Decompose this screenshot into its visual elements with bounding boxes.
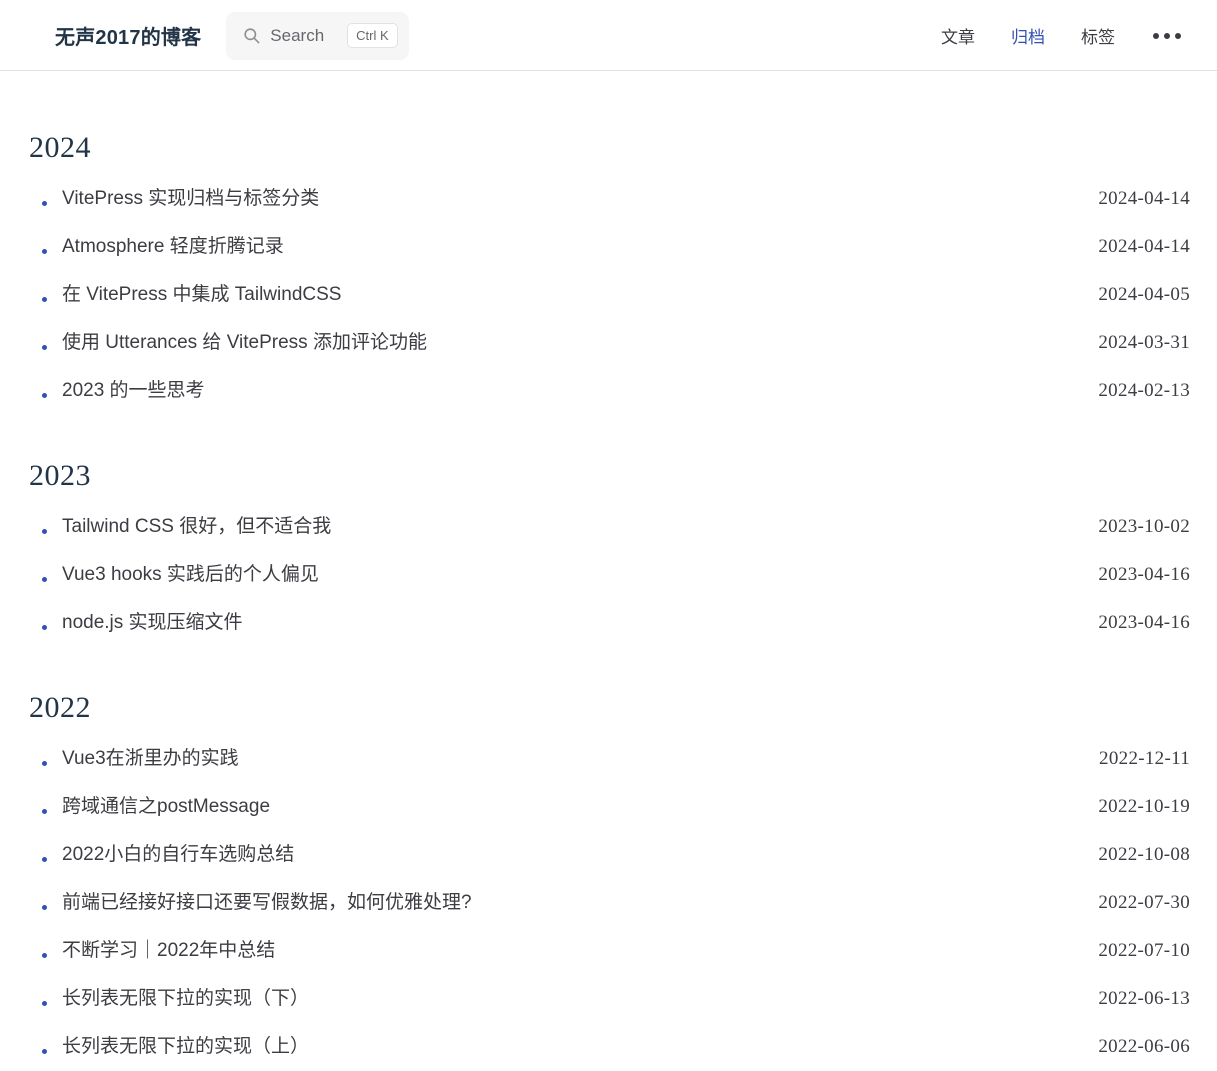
post-title[interactable]: 2023 的一些思考 (62, 377, 205, 406)
post-title[interactable]: 2022小白的自行车选购总结 (62, 841, 294, 870)
post-date: 2023-04-16 (1098, 612, 1190, 633)
post-item[interactable]: 在 VitePress 中集成 TailwindCSS 2024-04-05 (29, 281, 1190, 329)
post-date: 2024-04-14 (1098, 188, 1190, 209)
post-date: 2023-04-16 (1098, 564, 1190, 585)
year-heading: 2023 (29, 459, 91, 492)
post-title[interactable]: 在 VitePress 中集成 TailwindCSS (62, 281, 341, 310)
search-icon (242, 26, 261, 45)
year-group-2024: 2024 VitePress 实现归档与标签分类 2024-04-14 Atmo… (29, 133, 1190, 425)
archive-content: 2024 VitePress 实现归档与标签分类 2024-04-14 Atmo… (0, 71, 1217, 1071)
post-title[interactable]: 长列表无限下拉的实现（下） (62, 985, 309, 1014)
post-date: 2024-04-05 (1098, 284, 1190, 305)
post-item[interactable]: Vue3 hooks 实践后的个人偏见 2023-04-16 (29, 561, 1190, 609)
post-item[interactable]: 跨域通信之postMessage 2022-10-19 (29, 793, 1190, 841)
post-item[interactable]: 使用 Utterances 给 VitePress 添加评论功能 2024-03… (29, 329, 1190, 377)
post-title[interactable]: 跨域通信之postMessage (62, 793, 270, 822)
post-date: 2022-12-11 (1099, 748, 1190, 769)
post-date: 2022-10-08 (1098, 844, 1190, 865)
year-group-2023: 2023 Tailwind CSS 很好，但不适合我 2023-10-02 Vu… (29, 461, 1190, 657)
post-list: VitePress 实现归档与标签分类 2024-04-14 Atmospher… (29, 185, 1190, 425)
post-date: 2023-10-02 (1098, 516, 1190, 537)
post-date: 2022-06-06 (1098, 1036, 1190, 1057)
nav-item-articles[interactable]: 文章 (923, 23, 993, 48)
year-group-2022: 2022 Vue3在浙里办的实践 2022-12-11 跨域通信之postMes… (29, 693, 1190, 1071)
search-shortcut-kbd: Ctrl K (347, 22, 398, 49)
year-heading: 2022 (29, 691, 91, 724)
post-item[interactable]: Atmosphere 轻度折腾记录 2024-04-14 (29, 233, 1190, 281)
post-title[interactable]: node.js 实现压缩文件 (62, 609, 243, 638)
post-item[interactable]: 不断学习｜2022年中总结 2022-07-10 (29, 937, 1190, 985)
post-item[interactable]: 前端已经接好接口还要写假数据，如何优雅处理? 2022-07-30 (29, 889, 1190, 937)
post-title[interactable]: Tailwind CSS 很好，但不适合我 (62, 513, 331, 542)
site-header: 无声2017的博客 Search Ctrl K 文章 归档 标签 (0, 0, 1217, 71)
post-title[interactable]: Vue3 hooks 实践后的个人偏见 (62, 561, 319, 590)
search-button[interactable]: Search Ctrl K (226, 11, 409, 60)
post-list: Tailwind CSS 很好，但不适合我 2023-10-02 Vue3 ho… (29, 513, 1190, 657)
nav-more-button[interactable] (1147, 25, 1187, 47)
nav-item-archive[interactable]: 归档 (993, 23, 1063, 48)
post-item[interactable]: 2022小白的自行车选购总结 2022-10-08 (29, 841, 1190, 889)
post-date: 2022-10-19 (1098, 796, 1190, 817)
post-date: 2024-03-31 (1098, 332, 1190, 353)
post-date: 2022-06-13 (1098, 988, 1190, 1009)
post-date: 2024-04-14 (1098, 236, 1190, 257)
post-list: Vue3在浙里办的实践 2022-12-11 跨域通信之postMessage … (29, 745, 1190, 1071)
year-heading: 2024 (29, 131, 91, 164)
post-date: 2022-07-10 (1098, 940, 1190, 961)
post-item[interactable]: VitePress 实现归档与标签分类 2024-04-14 (29, 185, 1190, 233)
post-title[interactable]: 使用 Utterances 给 VitePress 添加评论功能 (62, 329, 427, 358)
main-nav: 文章 归档 标签 (923, 23, 1195, 48)
post-date: 2022-07-30 (1098, 892, 1190, 913)
post-date: 2024-02-13 (1098, 380, 1190, 401)
post-title[interactable]: VitePress 实现归档与标签分类 (62, 185, 319, 214)
post-title[interactable]: 长列表无限下拉的实现（上） (62, 1033, 309, 1062)
nav-item-tags[interactable]: 标签 (1063, 23, 1133, 48)
post-title[interactable]: Atmosphere 轻度折腾记录 (62, 233, 284, 262)
post-item[interactable]: Tailwind CSS 很好，但不适合我 2023-10-02 (29, 513, 1190, 561)
ellipsis-icon-dot (1153, 32, 1159, 39)
site-title[interactable]: 无声2017的博客 (55, 21, 201, 50)
post-title[interactable]: 不断学习｜2022年中总结 (62, 937, 275, 966)
post-item[interactable]: node.js 实现压缩文件 2023-04-16 (29, 609, 1190, 657)
post-item[interactable]: 长列表无限下拉的实现（下） 2022-06-13 (29, 985, 1190, 1033)
ellipsis-icon-dot (1164, 32, 1170, 39)
post-item[interactable]: Vue3在浙里办的实践 2022-12-11 (29, 745, 1190, 793)
search-label: Search (270, 25, 325, 45)
post-title[interactable]: Vue3在浙里办的实践 (62, 745, 239, 774)
ellipsis-icon-dot (1175, 32, 1181, 39)
post-item[interactable]: 2023 的一些思考 2024-02-13 (29, 377, 1190, 425)
post-item[interactable]: 长列表无限下拉的实现（上） 2022-06-06 (29, 1033, 1190, 1071)
post-title[interactable]: 前端已经接好接口还要写假数据，如何优雅处理? (62, 889, 472, 918)
